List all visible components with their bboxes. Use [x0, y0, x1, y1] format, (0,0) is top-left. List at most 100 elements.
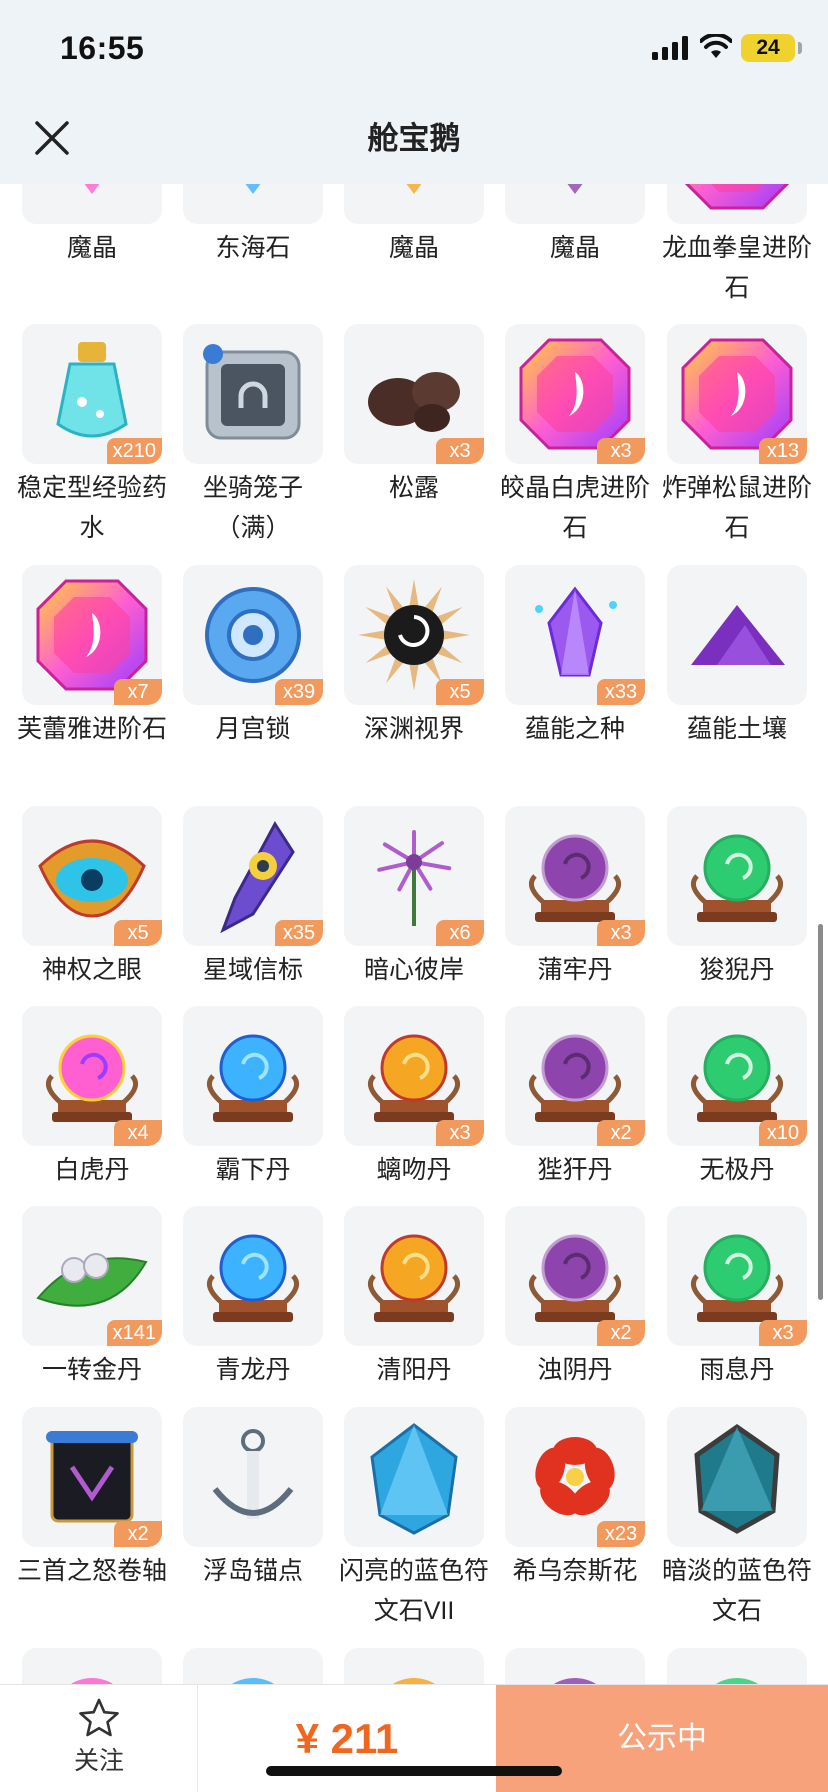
star-icon [79, 1698, 119, 1737]
item-tile[interactable] [183, 184, 323, 224]
item-name: 蒲牢丹 [537, 956, 613, 984]
item-tile[interactable] [667, 806, 807, 946]
item-name: 稳定型经验药水 [16, 474, 167, 542]
item-tile[interactable] [344, 1206, 484, 1346]
item-name: 龙血拳皇进阶石 [661, 234, 812, 302]
item-tile[interactable] [667, 1648, 807, 1684]
close-icon[interactable] [26, 112, 78, 164]
item-name: 魔晶 [549, 234, 600, 262]
item-tile[interactable] [344, 184, 484, 224]
quantity-badge: x33 [597, 679, 645, 705]
item-tile[interactable]: x39 [183, 565, 323, 705]
item-name: 清阳丹 [376, 1356, 452, 1384]
item-name: 魔晶 [388, 234, 439, 262]
item-name: 蕴能之种 [524, 715, 625, 743]
blue-rune-icon [370, 1423, 458, 1535]
item-tile[interactable]: x141 [22, 1206, 162, 1346]
item-name: 浮岛锚点 [202, 1557, 303, 1585]
item-name: 一转金丹 [41, 1356, 142, 1384]
item-tile[interactable] [22, 184, 162, 224]
wifi-icon [700, 34, 732, 58]
nav-bar: 舱宝鹅 [0, 94, 828, 184]
item-grid-viewport[interactable]: 魔晶 东海石 魔晶 魔晶 龙血拳皇进阶石 x210 稳定型经验药水 坐骑笼子（满） x3… [0, 184, 828, 1684]
item-tile[interactable]: x33 [505, 565, 645, 705]
dark-rune-icon [694, 1423, 780, 1534]
item-tile[interactable]: x13 [667, 324, 807, 464]
item-tile[interactable] [505, 1648, 645, 1684]
item-name: 浊阴丹 [537, 1356, 613, 1384]
orb-pill-icon [367, 1234, 461, 1322]
item-tile[interactable]: x10 [667, 1006, 807, 1146]
item-tile[interactable] [183, 1407, 323, 1547]
item-name: 星域信标 [202, 956, 303, 984]
quantity-badge: x2 [597, 1120, 645, 1146]
item-name: 芙蕾雅进阶石 [16, 715, 167, 743]
item-tile[interactable]: x5 [344, 565, 484, 705]
item-tile[interactable]: x2 [22, 1407, 162, 1547]
item-tile[interactable] [22, 1648, 162, 1684]
item-tile[interactable] [183, 1648, 323, 1684]
item-tile[interactable]: x6 [344, 806, 484, 946]
item-name: 月宫锁 [215, 715, 291, 743]
item-tile[interactable] [667, 184, 807, 224]
follow-button[interactable]: 关注 [0, 1685, 198, 1792]
item-tile[interactable] [183, 324, 323, 464]
scrollbar[interactable] [818, 924, 823, 1300]
item-tile[interactable]: x5 [22, 806, 162, 946]
item-tile[interactable] [344, 1407, 484, 1547]
item-name: 坐骑笼子（满） [202, 474, 303, 542]
orb-pill-icon [206, 1234, 300, 1322]
quantity-badge: x210 [106, 438, 162, 464]
quantity-badge: x39 [275, 679, 323, 705]
item-tile[interactable]: x3 [667, 1206, 807, 1346]
item-tile[interactable]: x3 [505, 324, 645, 464]
item-tile[interactable] [505, 184, 645, 224]
battery-icon: 24 [741, 34, 795, 62]
quantity-badge: x5 [436, 679, 484, 705]
battery-level: 24 [756, 36, 780, 59]
item-name: 狻猊丹 [699, 956, 775, 984]
home-indicator[interactable] [266, 1766, 562, 1776]
magic-crystal-icon [84, 184, 100, 194]
item-tile[interactable]: x23 [505, 1407, 645, 1547]
item-tile[interactable]: x7 [22, 565, 162, 705]
item-tile[interactable]: x35 [183, 806, 323, 946]
item-name: 神权之眼 [41, 956, 142, 984]
anchor-icon [212, 1429, 294, 1519]
item-name: 深渊视界 [363, 715, 464, 743]
item-tile[interactable] [183, 1006, 323, 1146]
quantity-badge: x3 [759, 1320, 807, 1346]
item-tile[interactable]: x210 [22, 324, 162, 464]
quantity-badge: x3 [436, 438, 484, 464]
item-name: 螭吻丹 [376, 1156, 452, 1184]
item-name: 暗淡的蓝色符文石 [661, 1557, 812, 1625]
item-tile[interactable] [667, 1407, 807, 1547]
item-name: 三首之怒卷轴 [16, 1557, 167, 1585]
item-name: 青龙丹 [215, 1356, 291, 1384]
page-title: 舱宝鹅 [367, 121, 461, 156]
orb-pill-icon [206, 1034, 300, 1122]
item-tile[interactable]: x3 [344, 324, 484, 464]
magic-crystal-icon [406, 184, 422, 194]
item-name: 暗心彼岸 [363, 956, 464, 984]
item-tile[interactable] [667, 565, 807, 705]
item-name: 无极丹 [699, 1156, 775, 1184]
item-name: 松露 [388, 474, 439, 502]
quantity-badge: x13 [759, 438, 807, 464]
item-tile[interactable]: x2 [505, 1206, 645, 1346]
quantity-badge: x3 [597, 920, 645, 946]
item-tile[interactable]: x4 [22, 1006, 162, 1146]
item-tile[interactable] [344, 1648, 484, 1684]
item-name: 狴犴丹 [537, 1156, 613, 1184]
item-tile[interactable]: x2 [505, 1006, 645, 1146]
quantity-badge: x3 [436, 1120, 484, 1146]
quantity-badge: x2 [597, 1320, 645, 1346]
mount-cage-icon [203, 344, 301, 440]
item-tile[interactable] [183, 1206, 323, 1346]
item-tile[interactable]: x3 [505, 806, 645, 946]
follow-label: 关注 [73, 1747, 124, 1775]
quantity-badge: x35 [275, 920, 323, 946]
item-name: 闪亮的蓝色符文石VII [338, 1557, 489, 1625]
item-tile[interactable]: x3 [344, 1006, 484, 1146]
item-name: 希乌奈斯花 [512, 1557, 638, 1585]
